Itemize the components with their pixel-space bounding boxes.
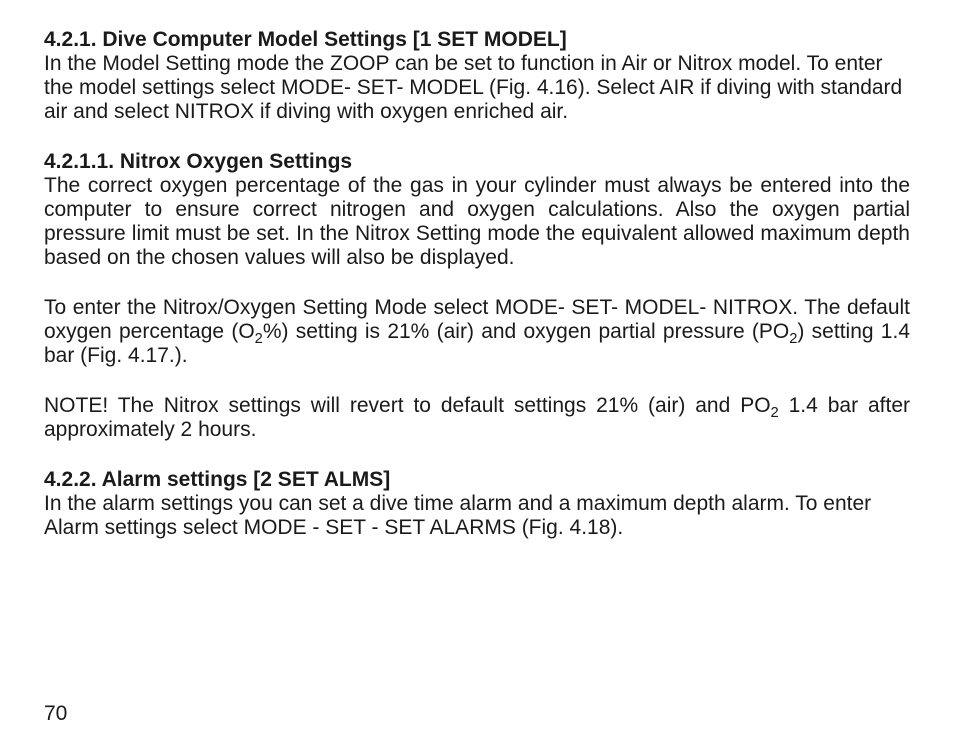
section-nitrox-settings: 4.2.1.1. Nitrox Oxygen Settings The corr… — [44, 150, 910, 270]
section-nitrox-note: NOTE! The Nitrox settings will revert to… — [44, 394, 910, 442]
heading-4-2-2: 4.2.2. Alarm settings [2 SET ALMS] — [44, 468, 910, 492]
note-pre: NOTE! The Nitrox settings will revert to… — [44, 394, 771, 417]
page-number: 70 — [44, 702, 67, 726]
para2-mid: %) setting is 21% (air) and oxygen parti… — [263, 320, 789, 343]
heading-4-2-1-1: 4.2.1.1. Nitrox Oxygen Settings — [44, 150, 910, 174]
subscript-2: 2 — [771, 405, 779, 421]
body-4-2-2: In the alarm settings you can set a dive… — [44, 492, 910, 540]
section-alarm-settings: 4.2.2. Alarm settings [2 SET ALMS] In th… — [44, 468, 910, 540]
heading-4-2-1: 4.2.1. Dive Computer Model Settings [1 S… — [44, 28, 910, 52]
body-4-2-1-1: The correct oxygen percentage of the gas… — [44, 174, 910, 270]
body-4-2-1: In the Model Setting mode the ZOOP can b… — [44, 52, 910, 124]
subscript-2: 2 — [255, 331, 263, 347]
section-nitrox-mode-entry: To enter the Nitrox/Oxygen Setting Mode … — [44, 296, 910, 368]
section-model-settings: 4.2.1. Dive Computer Model Settings [1 S… — [44, 28, 910, 124]
